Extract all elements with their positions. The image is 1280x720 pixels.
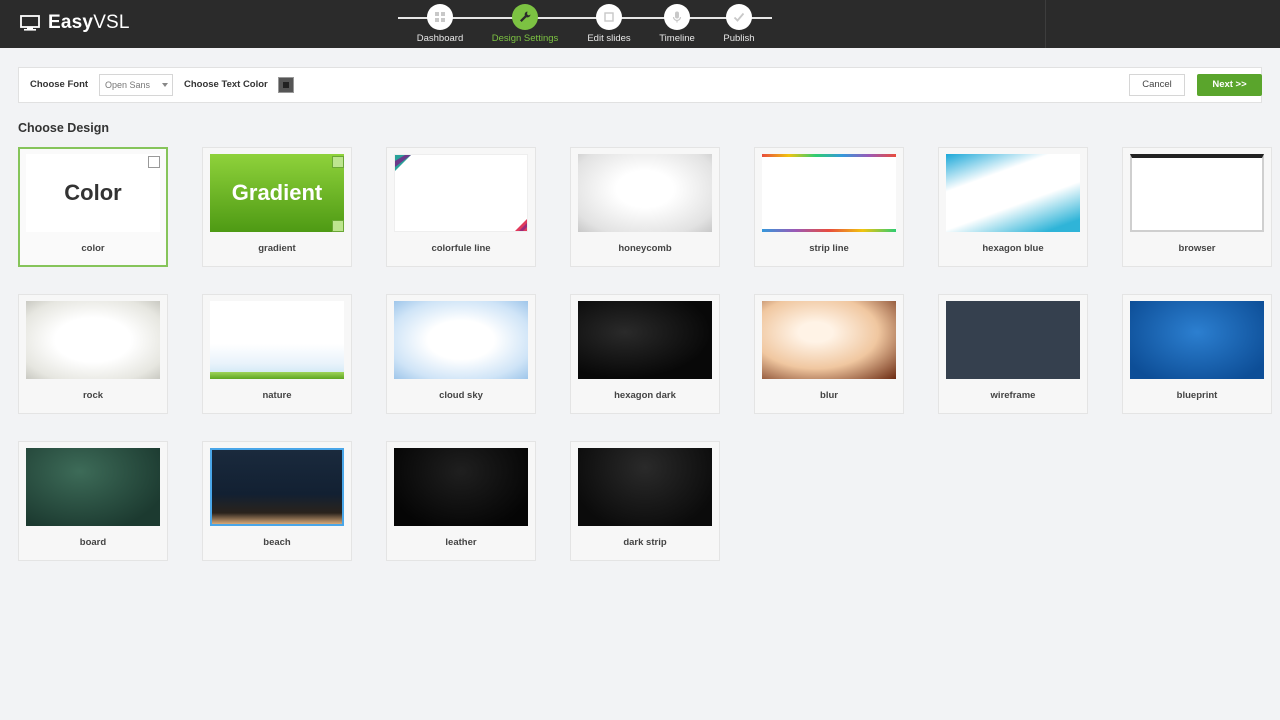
design-card-strip-line[interactable]: strip line [754, 147, 904, 267]
design-label: beach [263, 537, 291, 548]
corner-stripes-graphic [395, 155, 527, 231]
design-thumbnail [1130, 301, 1264, 379]
design-card-colorfule-line[interactable]: colorfule line [386, 147, 536, 267]
text-color-swatch[interactable] [278, 77, 294, 93]
font-select-value: Open Sans [105, 80, 151, 90]
design-card-browser[interactable]: browser [1122, 147, 1272, 267]
step-dashboard[interactable]: Dashboard [400, 4, 480, 44]
monitor-icon [20, 15, 40, 31]
design-label: rock [82, 390, 104, 401]
design-thumbnail [394, 301, 528, 379]
square-icon [604, 12, 614, 22]
color-strip-top [762, 154, 896, 157]
step-label: Publish [723, 33, 755, 44]
corner-handle-icon [332, 220, 344, 232]
design-thumbnail [578, 448, 712, 526]
caret-down-icon [162, 83, 168, 87]
design-thumbnail [210, 301, 344, 379]
corner-handle-icon [332, 156, 344, 168]
design-thumbnail [578, 301, 712, 379]
design-card-gradient[interactable]: Gradient gradient [202, 147, 352, 267]
design-thumbnail [946, 154, 1080, 232]
design-card-nature[interactable]: nature [202, 294, 352, 414]
design-card-hexagon-dark[interactable]: hexagon dark [570, 294, 720, 414]
design-label: nature [262, 390, 292, 401]
design-label: color [81, 243, 105, 254]
design-label: colorfule line [431, 243, 491, 254]
design-thumbnail: Color [26, 154, 160, 232]
design-card-beach[interactable]: beach [202, 441, 352, 561]
design-label: hexagon blue [982, 243, 1044, 254]
design-card-hexagon-blue[interactable]: hexagon blue [938, 147, 1088, 267]
design-thumbnail [26, 448, 160, 526]
design-thumbnail [946, 301, 1080, 379]
design-thumbnail [578, 154, 712, 232]
microphone-icon [672, 11, 682, 23]
design-toolbar: Choose Font Open Sans Choose Text Color … [18, 67, 1262, 103]
design-label: strip line [809, 243, 849, 254]
design-card-board[interactable]: board [18, 441, 168, 561]
design-label: honeycomb [618, 243, 672, 254]
design-card-honeycomb[interactable]: honeycomb [570, 147, 720, 267]
design-label: blur [820, 390, 838, 401]
check-icon [733, 12, 745, 22]
choose-text-color-label: Choose Text Color [184, 79, 268, 90]
grass-strip [210, 372, 344, 379]
section-title: Choose Design [18, 121, 109, 135]
design-card-blueprint[interactable]: blueprint [1122, 294, 1272, 414]
thumbnail-text: Color [64, 180, 122, 205]
design-label: blueprint [1176, 390, 1218, 401]
design-thumbnail [1130, 154, 1264, 232]
step-label: Design Settings [491, 33, 559, 44]
checkbox-icon [148, 156, 160, 168]
design-label: browser [1178, 243, 1216, 254]
design-thumbnail [26, 301, 160, 379]
step-label: Dashboard [416, 33, 464, 44]
cancel-button[interactable]: Cancel [1129, 74, 1185, 96]
design-label: board [79, 537, 107, 548]
design-card-leather[interactable]: leather [386, 441, 536, 561]
brand[interactable]: EasyVSL [20, 12, 130, 34]
topbar-divider [1045, 0, 1046, 48]
next-button[interactable]: Next >> [1197, 74, 1262, 96]
design-label: hexagon dark [614, 390, 676, 401]
app-title: EasyVSL [48, 12, 130, 33]
step-publish[interactable]: Publish [699, 4, 779, 44]
wrench-icon [520, 11, 531, 22]
color-strip-bottom [762, 229, 896, 232]
design-label: dark strip [623, 537, 667, 548]
design-thumbnail [762, 154, 896, 232]
design-thumbnail: Gradient [210, 154, 344, 232]
font-select[interactable]: Open Sans [99, 74, 173, 96]
wizard-steps: Dashboard Design Settings Edit slides Ti… [398, 0, 772, 48]
choose-font-label: Choose Font [30, 79, 89, 90]
design-thumbnail [210, 448, 344, 526]
thumbnail-text: Gradient [231, 180, 323, 205]
design-thumbnail [394, 154, 528, 232]
design-label: wireframe [990, 390, 1036, 401]
design-card-wireframe[interactable]: wireframe [938, 294, 1088, 414]
step-design-settings[interactable]: Design Settings [485, 4, 565, 44]
design-card-cloud-sky[interactable]: cloud sky [386, 294, 536, 414]
design-label: leather [445, 537, 477, 548]
design-card-blur[interactable]: blur [754, 294, 904, 414]
design-label: cloud sky [439, 390, 483, 401]
design-card-rock[interactable]: rock [18, 294, 168, 414]
design-card-color[interactable]: Color color [18, 147, 168, 267]
design-thumbnail [762, 301, 896, 379]
design-thumbnail [394, 448, 528, 526]
design-label: gradient [258, 243, 296, 254]
top-bar: EasyVSL Dashboard Design Settings Edit s… [0, 0, 1280, 48]
grid-icon [435, 12, 445, 22]
design-card-dark-strip[interactable]: dark strip [570, 441, 720, 561]
